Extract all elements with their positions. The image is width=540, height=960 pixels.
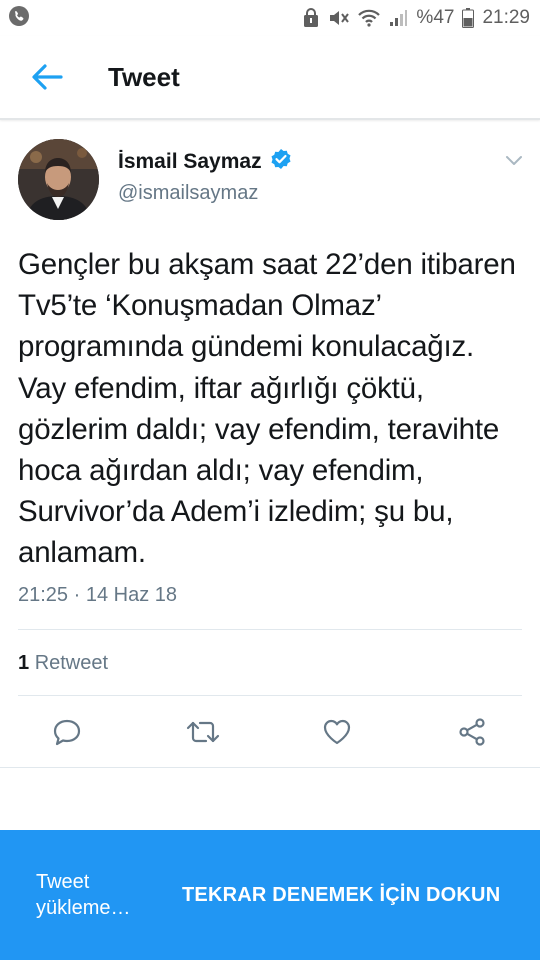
divider bbox=[18, 629, 522, 630]
retweet-count: 1 bbox=[18, 652, 30, 674]
share-icon bbox=[459, 718, 485, 746]
page-title: Tweet bbox=[108, 61, 180, 92]
divider bbox=[18, 695, 522, 696]
more-options-button[interactable] bbox=[503, 150, 525, 172]
author-handle[interactable]: @ismailsaymaz bbox=[118, 182, 258, 205]
tweet-text: Gençler bu akşam saat 22’den itibaren Tv… bbox=[18, 248, 516, 570]
phone-call-icon bbox=[8, 5, 30, 32]
retweet-button[interactable] bbox=[183, 712, 223, 752]
reply-button[interactable] bbox=[47, 712, 87, 752]
app-bar: Tweet bbox=[0, 36, 540, 120]
reply-icon bbox=[53, 719, 81, 746]
heart-icon bbox=[323, 719, 351, 745]
status-bar: %47 21:29 bbox=[0, 0, 540, 36]
share-button[interactable] bbox=[452, 712, 492, 752]
retry-button[interactable]: TEKRAR DENEMEK İÇİN DOKUN bbox=[182, 884, 500, 907]
avatar[interactable] bbox=[18, 139, 99, 220]
back-button[interactable] bbox=[24, 54, 70, 100]
clock-time: 21:29 bbox=[482, 7, 530, 28]
loading-error-banner: Tweet yükleme… TEKRAR DENEMEK İÇİN DOKUN bbox=[0, 830, 540, 960]
retweet-count-label: Retweet bbox=[34, 652, 109, 674]
battery-icon bbox=[462, 8, 475, 28]
author-name-row: İsmail Saymaz bbox=[118, 148, 292, 175]
chevron-down-icon bbox=[506, 156, 522, 165]
banner-status-text: Tweet yükleme… bbox=[36, 871, 131, 919]
mute-icon bbox=[328, 8, 350, 28]
retweet-icon bbox=[186, 721, 220, 743]
signal-icon bbox=[388, 8, 408, 28]
alarm-lock-icon bbox=[302, 8, 320, 28]
tweet-timestamp: 21:25 · 14 Haz 18 bbox=[18, 584, 177, 606]
verified-badge-icon bbox=[270, 148, 292, 175]
divider bbox=[0, 767, 540, 768]
like-button[interactable] bbox=[317, 712, 357, 752]
wifi-icon bbox=[358, 8, 381, 28]
back-arrow-icon bbox=[32, 64, 63, 90]
tweet-actions bbox=[0, 712, 540, 752]
retweet-count-row[interactable]: 1 Retweet bbox=[18, 652, 108, 675]
author-name[interactable]: İsmail Saymaz bbox=[118, 150, 262, 174]
battery-percent: %47 bbox=[416, 7, 455, 28]
